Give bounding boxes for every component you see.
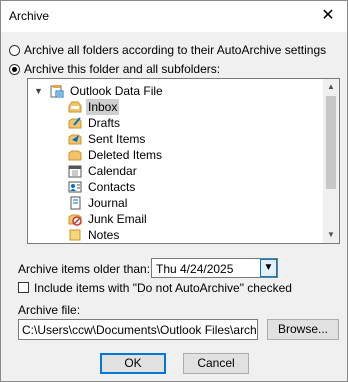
tree-item-deleted-items[interactable]: Deleted Items xyxy=(68,147,164,163)
tree-item-contacts[interactable]: Contacts xyxy=(68,179,137,195)
archive-this-option[interactable]: Archive this folder and all subfolders: xyxy=(9,62,220,76)
archive-this-label: Archive this folder and all subfolders: xyxy=(24,62,221,76)
scroll-up-icon[interactable]: ▲ xyxy=(323,79,339,95)
scroll-down-icon[interactable]: ▼ xyxy=(323,227,339,243)
archive-dialog: Archive ✕ Archive all folders according … xyxy=(0,0,348,382)
include-do-not-autoarchive-checkbox[interactable] xyxy=(18,282,29,293)
chevron-down-icon[interactable]: ▼ xyxy=(260,259,277,277)
tree-item-label: Notes xyxy=(88,228,120,242)
archive-file-value: C:\Users\ccw\Documents\Outlook Files\arc… xyxy=(22,323,257,337)
scrollbar-thumb[interactable] xyxy=(326,96,336,189)
tree-item-label: Contacts xyxy=(88,180,136,194)
archive-all-label: Archive all folders according to their A… xyxy=(24,43,327,57)
data-file-icon xyxy=(50,85,64,98)
title-bar: Archive ✕ xyxy=(1,1,347,32)
tree-item-calendar[interactable]: Calendar xyxy=(68,163,139,179)
archive-all-option[interactable]: Archive all folders according to their A… xyxy=(9,43,326,57)
tree-item-label: Journal xyxy=(88,196,128,210)
older-than-value: Thu 4/24/2025 xyxy=(156,262,234,276)
tree-item-journal[interactable]: Journal xyxy=(68,195,129,211)
tree-root[interactable]: ▼ Outlook Data File xyxy=(34,83,165,99)
window-title: Archive xyxy=(9,9,50,23)
tree-item-label: Calendar xyxy=(88,164,137,178)
tree-item-junk-email[interactable]: Junk Email xyxy=(68,211,149,227)
older-than-label: Archive items older than: xyxy=(18,262,151,276)
junk-email-icon xyxy=(68,214,82,226)
tree-item-label: Deleted Items xyxy=(88,148,163,162)
cancel-button[interactable]: Cancel xyxy=(183,353,249,374)
collapse-caret-icon[interactable]: ▼ xyxy=(34,86,44,96)
tree-scrollbar[interactable]: ▲ ▼ xyxy=(323,79,339,243)
tree-item-inbox[interactable]: Inbox xyxy=(68,99,120,115)
notes-icon xyxy=(69,229,81,241)
tree-item-sent-items[interactable]: Sent Items xyxy=(68,131,147,147)
sent-items-icon xyxy=(68,134,82,145)
tree-item-notes[interactable]: Notes xyxy=(68,227,121,243)
archive-all-radio[interactable] xyxy=(9,44,20,56)
journal-icon xyxy=(70,196,81,210)
archive-file-field[interactable]: C:\Users\ccw\Documents\Outlook Files\arc… xyxy=(18,319,258,340)
close-icon[interactable]: ✕ xyxy=(317,6,339,26)
inbox-icon xyxy=(68,101,82,113)
calendar-icon xyxy=(68,165,82,178)
tree-item-label: Drafts xyxy=(88,116,121,130)
tree-item-label: Inbox xyxy=(86,99,120,115)
tree-item-drafts[interactable]: Drafts xyxy=(68,115,122,131)
tree-item-label: Sent Items xyxy=(88,132,146,146)
older-than-date-picker[interactable]: Thu 4/24/2025 ▼ xyxy=(151,258,278,278)
archive-this-radio[interactable] xyxy=(9,63,20,75)
browse-button[interactable]: Browse... xyxy=(267,319,339,340)
contacts-icon xyxy=(68,181,82,193)
ok-button[interactable]: OK xyxy=(100,353,166,374)
drafts-icon xyxy=(68,117,82,129)
folder-tree[interactable]: ▼ Outlook Data File Inbox Drafts Sent It… xyxy=(27,78,340,244)
include-checkbox-label: Include items with "Do not AutoArchive" … xyxy=(34,281,292,295)
tree-root-label: Outlook Data File xyxy=(70,84,163,98)
archive-file-label: Archive file: xyxy=(18,303,81,317)
tree-item-label: Junk Email xyxy=(88,212,147,226)
deleted-items-icon xyxy=(68,150,82,161)
